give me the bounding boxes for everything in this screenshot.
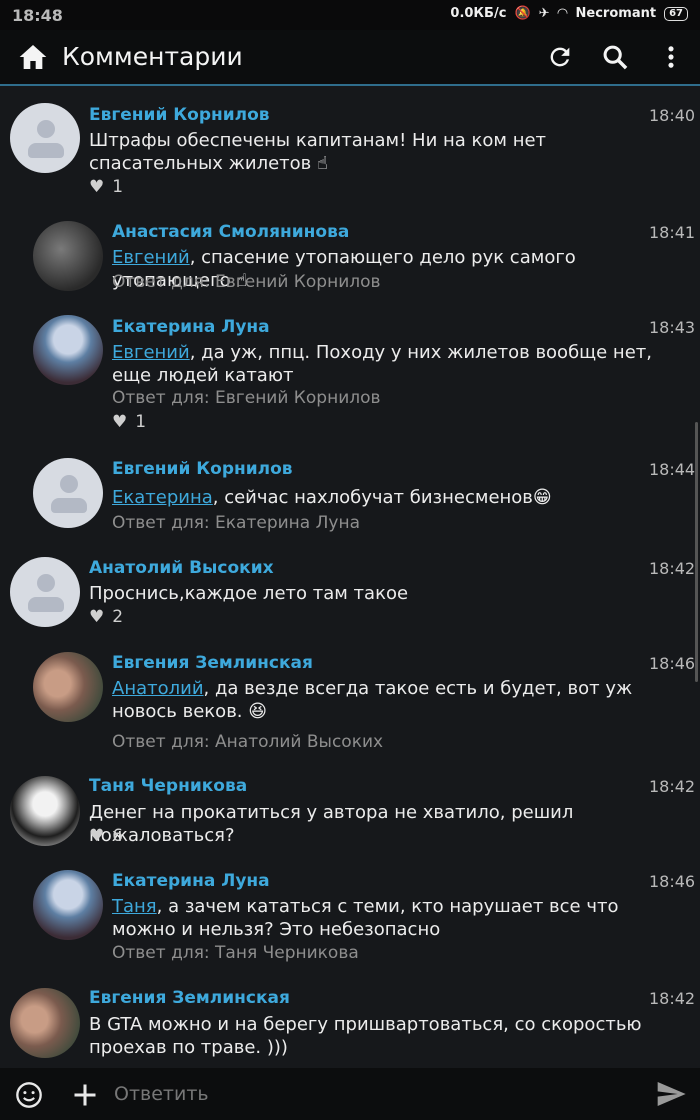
heart-icon[interactable]: ♥ <box>89 826 104 846</box>
heart-icon[interactable]: ♥ <box>89 177 104 197</box>
like-counter[interactable]: ♥ 1 <box>89 177 123 197</box>
like-count: 6 <box>112 826 124 846</box>
avatar[interactable] <box>10 988 80 1058</box>
like-counter[interactable]: ♥ 2 <box>89 607 123 627</box>
comment-author[interactable]: Екатерина Луна <box>112 871 270 891</box>
comment-author[interactable]: Екатерина Луна <box>112 317 270 337</box>
like-count: 2 <box>112 607 124 627</box>
mention-link[interactable]: Екатерина <box>112 487 213 508</box>
avatar[interactable] <box>10 557 80 627</box>
comment-time: 18:42 <box>649 777 696 796</box>
airplane-icon: ✈ <box>538 6 550 21</box>
avatar[interactable] <box>33 221 103 291</box>
comment-text: В GTA можно и на берегу пришвартоваться,… <box>89 1014 642 1058</box>
reply-input[interactable]: Ответить <box>114 1083 209 1105</box>
send-icon[interactable] <box>654 1078 688 1110</box>
avatar[interactable] <box>33 458 103 528</box>
network-speed: 0.0КБ/с <box>450 6 507 21</box>
status-bar: 18:48 0.0КБ/с 🔕 ✈ ◠ Necromant 67 <box>0 0 700 30</box>
like-counter[interactable]: ♥ 6 <box>89 826 123 846</box>
comment-time: 18:46 <box>649 872 696 891</box>
reply-composer: Ответить <box>0 1068 700 1120</box>
refresh-icon[interactable] <box>546 43 574 71</box>
battery-level: 67 <box>664 6 688 21</box>
status-time: 18:48 <box>12 6 63 25</box>
reply-to-label[interactable]: Ответ для: Екатерина Луна <box>112 513 360 533</box>
more-icon[interactable] <box>657 43 685 71</box>
reply-to-label[interactable]: Ответ для: Таня Черникова <box>112 943 359 963</box>
comment-text: Проснись,каждое лето там такое <box>89 583 409 604</box>
comment-author[interactable]: Евгения Землинская <box>112 653 313 673</box>
comment-time: 18:43 <box>649 318 696 337</box>
avatar[interactable] <box>33 870 103 940</box>
mention-link[interactable]: Таня <box>112 896 157 917</box>
comment-text: Таня, а зачем кататься с теми, кто наруш… <box>112 896 619 940</box>
avatar[interactable] <box>10 103 80 173</box>
comment-text: Анатолий, да везде всегда такое есть и б… <box>112 678 633 722</box>
comment-text: Екатерина, сейчас нахлобучат бизнесменов… <box>112 487 552 508</box>
app-bar: Комментарии <box>0 30 700 86</box>
page-title: Комментарии <box>62 42 243 71</box>
comment-time: 18:41 <box>649 223 696 242</box>
comment-author[interactable]: Евгения Землинская <box>89 988 290 1008</box>
reply-to-label[interactable]: Ответ для: Евгений Корнилов <box>112 272 381 292</box>
heart-icon[interactable]: ♥ <box>112 412 127 432</box>
comment-author[interactable]: Анатолий Высоких <box>89 558 274 578</box>
like-count: 1 <box>135 412 147 432</box>
reply-to-label[interactable]: Ответ для: Евгений Корнилов <box>112 388 381 408</box>
comment-author[interactable]: Анастасия Смолянинова <box>112 222 349 242</box>
comment-time: 18:42 <box>649 559 696 578</box>
comment-text: Денег на прокатиться у автора не хватило… <box>89 802 574 846</box>
status-indicators: 0.0КБ/с 🔕 ✈ ◠ Necromant 67 <box>450 6 688 21</box>
add-icon[interactable] <box>71 1081 99 1109</box>
comment-time: 18:40 <box>649 106 696 125</box>
comment-time: 18:42 <box>649 989 696 1008</box>
home-icon[interactable] <box>16 41 50 73</box>
comment-author[interactable]: Евгений Корнилов <box>112 459 293 479</box>
comment-author[interactable]: Евгений Корнилов <box>89 105 270 125</box>
scrollbar[interactable] <box>695 422 698 682</box>
mention-link[interactable]: Евгений <box>112 247 190 268</box>
avatar[interactable] <box>33 315 103 385</box>
avatar[interactable] <box>33 652 103 722</box>
like-counter[interactable]: ♥ 1 <box>112 412 146 432</box>
comment-time: 18:44 <box>649 460 696 479</box>
avatar[interactable] <box>10 776 80 846</box>
like-count: 1 <box>112 177 124 197</box>
comment-text: Штрафы обеспечены капитанам! Ни на ком н… <box>89 130 547 174</box>
comment-time: 18:46 <box>649 654 696 673</box>
comment-list[interactable]: Евгений Корнилов 18:40 Штрафы обеспечены… <box>0 86 700 1068</box>
comment-author[interactable]: Таня Черникова <box>89 776 247 796</box>
wifi-icon: ◠ <box>557 6 568 21</box>
carrier-name: Necromant <box>575 6 657 21</box>
mute-icon: 🔕 <box>514 6 531 21</box>
reply-to-label[interactable]: Ответ для: Анатолий Высоких <box>112 732 383 752</box>
heart-icon[interactable]: ♥ <box>89 607 104 627</box>
mention-link[interactable]: Анатолий <box>112 678 204 699</box>
mention-link[interactable]: Евгений <box>112 342 190 363</box>
search-icon[interactable] <box>601 43 629 71</box>
emoji-icon[interactable] <box>15 1081 43 1109</box>
comment-text: Евгений, да уж, ппц. Походу у них жилето… <box>112 342 652 386</box>
